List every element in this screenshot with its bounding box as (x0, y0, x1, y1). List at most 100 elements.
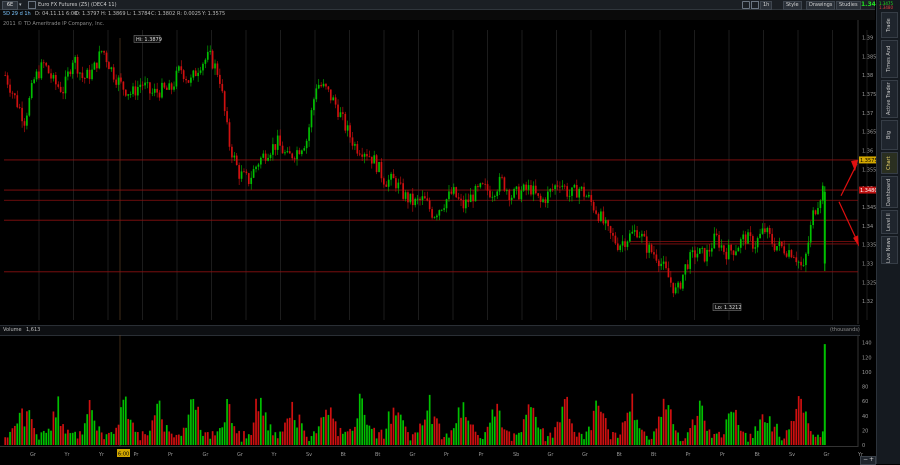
symbol-info-icon[interactable] (28, 1, 36, 9)
volume-bar (173, 437, 175, 445)
volume-bar (563, 399, 566, 445)
candle-body (247, 173, 250, 185)
sidebar-tab-active-trader[interactable]: Active Trader (881, 80, 898, 118)
volume-bar (807, 423, 810, 445)
layout-icon[interactable] (751, 1, 759, 9)
volume-bar (629, 411, 631, 445)
volume-bar (650, 438, 653, 445)
time-axis-label: Yr (98, 452, 105, 458)
volume-chart[interactable]: 140120100806040200 (0, 335, 876, 447)
volume-bar (469, 424, 472, 445)
candle-body (100, 50, 103, 52)
volume-bar (108, 432, 110, 445)
timeframe-button[interactable]: 1h (760, 1, 773, 10)
volume-bar (260, 397, 262, 445)
bid-value: Y: 1.3575 (202, 11, 226, 17)
style-button[interactable]: Style (783, 1, 802, 10)
sidebar-tab-big-buttons[interactable]: Big Buttons (881, 120, 898, 150)
volume-bar (491, 409, 494, 445)
candle-body (691, 250, 694, 253)
corner-quote-2: 1.3480 (879, 5, 893, 10)
zoom-out-icon[interactable]: − (863, 456, 868, 463)
volume-bar (715, 433, 718, 445)
symbol-field[interactable]: 6E (2, 1, 18, 10)
candle-body (21, 107, 23, 122)
time-axis-label: Gr (582, 452, 589, 458)
volume-bar (602, 413, 605, 445)
volume-bar (759, 419, 761, 445)
sidebar-tab-trade[interactable]: Trade (881, 12, 898, 38)
candle-body (648, 244, 650, 253)
chart-toolbar: 6E ▾ Euro FX Futures (Z5) (DEC4 11) 1h S… (0, 0, 880, 10)
dropdown-arrow-icon[interactable]: ▾ (19, 1, 22, 9)
volume-bar (597, 405, 600, 445)
price-chart[interactable]: 1.39 1.385 1.38 1.375 1.37 1.365 1.36 1.355 1.35… (0, 20, 876, 324)
candle-body (93, 62, 96, 70)
candle-body (624, 241, 626, 247)
volume-bar (81, 434, 84, 445)
time-axis-label: Sv (306, 452, 312, 458)
candle-body (539, 195, 542, 202)
candle-body (69, 71, 72, 75)
volume-bar (33, 428, 35, 445)
candle-body (276, 135, 279, 150)
volume-bar (209, 438, 212, 445)
volume-bar (655, 428, 658, 445)
volume-bar (67, 429, 69, 445)
volume-bar (566, 396, 568, 445)
grid-icon[interactable] (742, 1, 750, 9)
volume-bar (518, 432, 520, 445)
zoom-in-icon[interactable]: + (869, 456, 874, 463)
volume-bar (387, 411, 390, 445)
volume-bar (407, 432, 409, 445)
candle-body (33, 79, 35, 84)
volume-bar (578, 432, 581, 445)
candle-body (108, 62, 110, 70)
volume-bar (21, 408, 23, 445)
volume-bar (754, 426, 757, 445)
volume-bar (455, 423, 458, 445)
candle-body (337, 104, 339, 118)
candle-body (800, 261, 802, 266)
candle-body (284, 152, 286, 154)
volume-bar (547, 436, 549, 445)
volume-bar (308, 441, 310, 445)
volume-bar (279, 431, 281, 445)
candle-body (329, 89, 332, 101)
volume-bar (674, 430, 677, 445)
candle-body (281, 145, 284, 154)
candle-body (686, 264, 689, 269)
candle-body (175, 70, 178, 87)
volume-bar (551, 437, 554, 445)
volume-bar (713, 433, 716, 445)
candle-body (703, 247, 706, 262)
drawings-button[interactable]: Drawings (806, 1, 836, 10)
sidebar-tab-chart[interactable]: Chart (881, 152, 898, 174)
candle-body (566, 186, 568, 197)
volume-bar (607, 429, 609, 445)
volume-axis-label: 80 (862, 385, 868, 391)
volume-bar (296, 427, 298, 445)
volume-bar (88, 400, 91, 445)
volume-bar (71, 432, 74, 445)
sidebar-tab-level-ii[interactable]: Level II (881, 210, 898, 234)
volume-bar (272, 435, 274, 445)
volume-bar (701, 405, 704, 445)
candle-body (221, 83, 224, 92)
volume-bar (660, 416, 663, 445)
studies-button[interactable]: Studies (836, 1, 861, 10)
candle-body (40, 62, 43, 79)
candle-body (105, 52, 108, 63)
volume-bar (240, 441, 243, 445)
candle-body (361, 154, 363, 157)
sidebar-tab-dashboard[interactable]: Dashboard (881, 176, 898, 208)
candle-body (173, 86, 175, 90)
volume-bar (170, 433, 173, 445)
sidebar-tab-live-news[interactable]: Live News (881, 236, 898, 264)
candle-body (235, 155, 238, 166)
candle-body (180, 66, 183, 71)
sidebar-tab-times-and-sales[interactable]: Times And Sales (881, 40, 898, 78)
candle-body (28, 98, 31, 116)
volume-bar (677, 432, 679, 445)
volume-bar (117, 424, 120, 445)
